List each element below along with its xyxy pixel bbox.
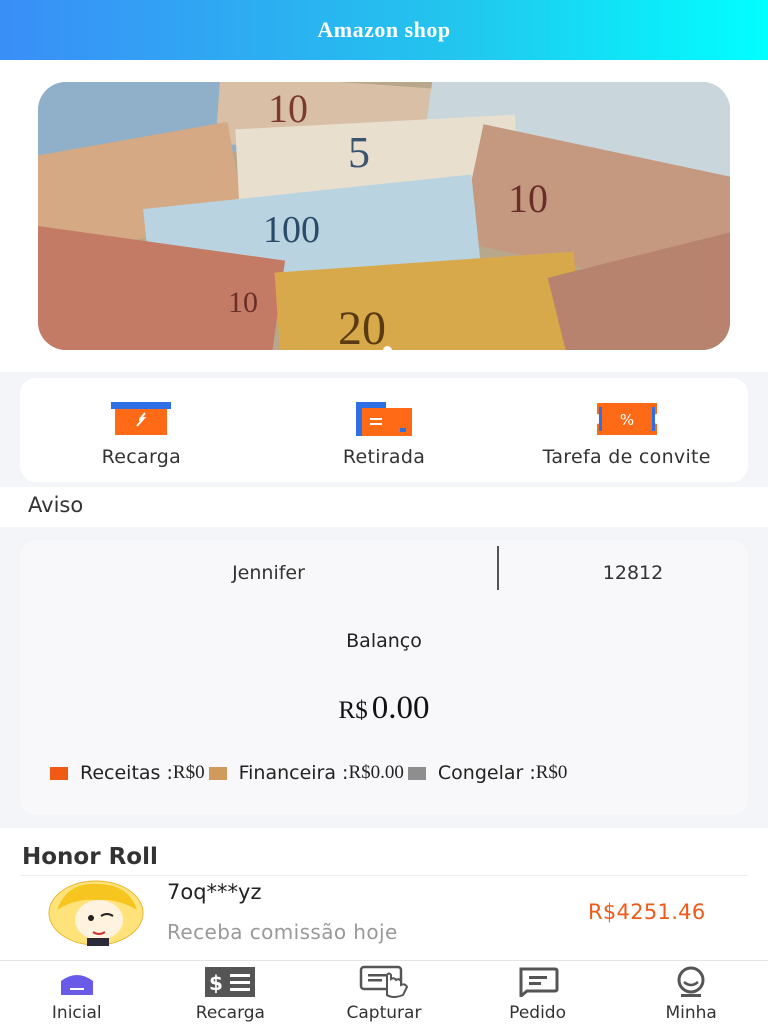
tab-label: Capturar (346, 1003, 422, 1023)
home-icon (59, 965, 95, 999)
quick-action-label: Retirada (342, 446, 426, 468)
honor-roll: Honor Roll 7oq***yz Receba comissão hoje… (0, 828, 768, 960)
quick-action-invite[interactable]: % Tarefa de convite (505, 378, 748, 482)
svg-text:%: % (620, 411, 634, 429)
honor-roll-title: Honor Roll (22, 844, 158, 870)
svg-text:$: $ (209, 971, 223, 995)
stat-label: Financeira : (238, 762, 349, 784)
carousel-indicator[interactable] (383, 346, 392, 350)
divider (20, 875, 748, 876)
notice-label: Aviso (28, 493, 84, 517)
app-title: Amazon shop (317, 17, 451, 42)
coupon-icon: % (596, 402, 657, 436)
banner-carousel[interactable]: 10 5 100 10 10 20 (38, 82, 730, 350)
quick-action-withdraw[interactable]: Retirada (263, 378, 506, 482)
svg-text:100: 100 (263, 209, 320, 251)
tab-minha[interactable]: Minha (614, 961, 768, 1024)
order-icon (517, 965, 559, 999)
honor-entry-name: 7oq***yz (167, 880, 262, 904)
svg-text:10: 10 (268, 86, 308, 131)
balance-label: Balanço (346, 630, 422, 652)
recharge-icon (111, 402, 172, 436)
tab-label: Inicial (51, 1003, 102, 1023)
tab-label: Pedido (509, 1003, 566, 1023)
banner-image: 10 5 100 10 10 20 (38, 82, 730, 350)
stat-frozen: Congelar : R$0 (407, 762, 568, 784)
stat-income: Receitas : R$0 (50, 762, 205, 784)
currency-symbol: R$ (338, 697, 368, 724)
banner-section: 10 5 100 10 10 20 (0, 60, 768, 372)
svg-text:10: 10 (228, 286, 258, 319)
bottom-tab-bar: Inicial $ Recarga Capturar Pedido Minha (0, 960, 768, 1024)
stat-value: R$0 (535, 762, 568, 783)
quick-action-label: Tarefa de convite (542, 446, 711, 468)
legend-swatch (50, 766, 68, 780)
honor-entry-desc: Receba comissão hoje (167, 920, 398, 944)
balance-stats: Receitas : R$0 Financeira : R$0.00 Conge… (50, 762, 571, 784)
balance-card: Jennifer 12812 Balanço R$ 0.00 Receitas … (20, 540, 748, 815)
tab-capturar[interactable]: Capturar (307, 961, 461, 1024)
stat-label: Receitas : (80, 762, 173, 784)
notice-bar[interactable]: Aviso (0, 487, 768, 527)
user-id: 12812 (602, 562, 664, 584)
tab-pedido[interactable]: Pedido (461, 961, 615, 1024)
svg-text:5: 5 (348, 128, 370, 177)
quick-actions: Recarga Retirada % Tarefa de convite (20, 378, 748, 482)
svg-text:20: 20 (338, 302, 386, 350)
tab-inicial[interactable]: Inicial (0, 961, 154, 1024)
svg-text:10: 10 (508, 176, 548, 221)
tab-label: Minha (665, 1003, 717, 1023)
stat-value: R$0 (172, 762, 205, 783)
cash-icon: $ (204, 965, 256, 999)
tab-recarga[interactable]: $ Recarga (154, 961, 308, 1024)
quick-action-label: Recarga (101, 446, 182, 468)
profile-icon (673, 965, 709, 999)
tab-label: Recarga (195, 1003, 265, 1023)
user-name: Jennifer (232, 562, 305, 584)
touch-icon (359, 965, 409, 999)
avatar (47, 880, 145, 946)
legend-swatch (407, 766, 426, 780)
balance-amount: R$ 0.00 (20, 690, 748, 727)
quick-action-recharge[interactable]: Recarga (20, 378, 263, 482)
stat-label: Congelar : (437, 762, 536, 784)
header-bar: Amazon shop (0, 0, 768, 60)
balance-value: 0.00 (371, 690, 430, 726)
stat-financial: Financeira : R$0.00 (208, 762, 404, 784)
honor-entry-amount: R$4251.46 (588, 900, 706, 924)
withdraw-icon (356, 402, 412, 436)
stat-value: R$0.00 (348, 762, 404, 783)
legend-swatch (208, 766, 227, 780)
